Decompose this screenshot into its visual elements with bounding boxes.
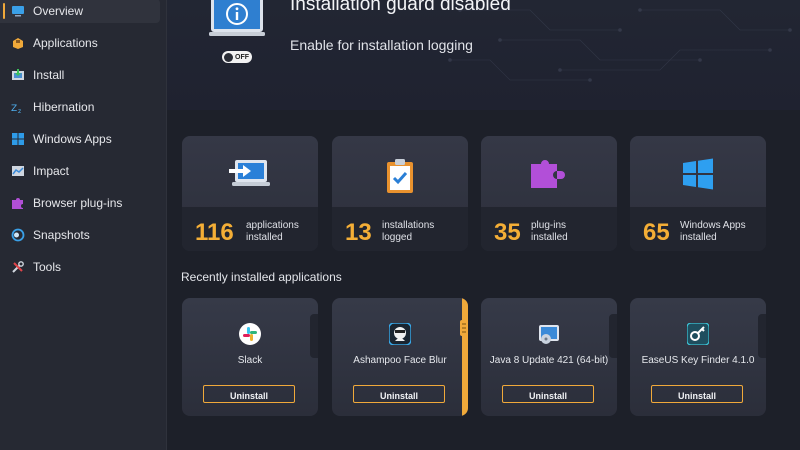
app-name: Ashampoo Face Blur xyxy=(353,355,447,366)
stat-value: 116 xyxy=(195,219,234,246)
app-name: Slack xyxy=(237,355,263,366)
sidebar-item-install[interactable]: Install xyxy=(0,63,160,87)
key-finder-icon xyxy=(687,323,709,345)
svg-text:z: z xyxy=(18,108,21,114)
card-tab xyxy=(609,314,617,358)
installation-guard-toggle[interactable]: OFF xyxy=(222,51,252,63)
uninstall-button[interactable]: Uninstall xyxy=(651,385,743,403)
stat-card-windows-apps[interactable]: 65 Windows Apps installed xyxy=(630,136,766,251)
card-tab xyxy=(310,314,318,358)
sidebar-item-tools[interactable]: Tools xyxy=(0,255,160,279)
uninstall-button[interactable]: Uninstall xyxy=(502,385,594,403)
drag-handle-icon[interactable] xyxy=(460,320,468,336)
page-title: Installation guard disabled xyxy=(290,0,511,15)
snapshot-icon xyxy=(11,228,25,242)
stat-value: 13 xyxy=(345,219,372,246)
box-icon xyxy=(13,38,23,49)
sleep-icon: Z z xyxy=(11,104,21,114)
monitor-icon xyxy=(12,6,24,17)
sidebar-item-label: Hibernation xyxy=(33,100,95,114)
sidebar-item-label: Windows Apps xyxy=(33,132,112,146)
puzzle-icon xyxy=(12,198,23,209)
sidebar-item-label: Impact xyxy=(33,164,70,178)
stat-label: plug-ins installed xyxy=(531,220,601,244)
java-installer-icon xyxy=(539,325,559,344)
sidebar-item-label: Applications xyxy=(33,36,98,50)
section-title-recent: Recently installed applications xyxy=(181,270,342,284)
windows-logo-icon xyxy=(683,158,713,190)
toggle-knob xyxy=(224,52,233,62)
tools-icon xyxy=(12,261,24,273)
uninstall-button[interactable]: Uninstall xyxy=(203,385,295,403)
stat-label-line: Windows Apps xyxy=(680,220,746,231)
sidebar-item-hibernation[interactable]: Z z Hibernation xyxy=(0,95,160,119)
sidebar-item-label: Tools xyxy=(33,260,62,274)
app-card-slack[interactable]: Slack Uninstall xyxy=(182,298,318,416)
uninstall-button[interactable]: Uninstall xyxy=(353,385,445,403)
stat-label-line: installed xyxy=(680,232,717,243)
laptop-info-icon xyxy=(209,0,265,36)
chart-icon xyxy=(12,166,24,176)
sidebar-item-label: Install xyxy=(33,68,65,82)
stat-label-line: installed xyxy=(531,232,568,243)
stat-value: 35 xyxy=(494,219,521,246)
puzzle-icon xyxy=(531,160,565,188)
stat-label-line: applications xyxy=(246,220,299,231)
app-card-java[interactable]: Java 8 Update 421 (64-bit) Uninstall xyxy=(481,298,617,416)
stat-card-installations[interactable]: 13 installations logged xyxy=(332,136,468,251)
slack-icon xyxy=(239,323,261,345)
sidebar-item-browser-plugins[interactable]: Browser plug-ins xyxy=(0,191,160,215)
app-name: EaseUS Key Finder 4.1.0 xyxy=(641,355,755,366)
stat-value: 65 xyxy=(643,219,670,246)
sidebar-item-windows-apps[interactable]: Windows Apps xyxy=(0,127,160,151)
clipboard-check-icon xyxy=(387,159,413,193)
windows-icon xyxy=(12,133,24,145)
active-indicator xyxy=(3,3,5,19)
sidebar-item-impact[interactable]: Impact xyxy=(0,159,160,183)
app-name: Java 8 Update 421 (64-bit) xyxy=(489,355,609,366)
install-icon xyxy=(12,69,24,80)
sidebar-item-snapshots[interactable]: Snapshots xyxy=(0,223,160,247)
app-card-face-blur[interactable]: Ashampoo Face Blur Uninstall xyxy=(332,298,468,416)
stat-label: installations logged xyxy=(382,220,452,244)
stat-label-line: plug-ins xyxy=(531,220,567,231)
stat-label: Windows Apps installed xyxy=(680,220,750,244)
card-tab xyxy=(758,314,766,358)
stat-label-line: installed xyxy=(246,232,283,243)
page-subtitle: Enable for installation logging xyxy=(290,37,473,53)
laptop-arrow-icon xyxy=(229,160,270,186)
installation-guard-banner: OFF Installation guard disabled Enable f… xyxy=(167,0,800,110)
face-blur-icon xyxy=(389,323,411,345)
sidebar-item-overview[interactable]: Overview xyxy=(0,0,160,23)
stat-label: applications installed xyxy=(246,220,316,244)
stat-label-line: installations xyxy=(382,220,435,231)
svg-text:Z: Z xyxy=(11,104,17,114)
stat-label-line: logged xyxy=(382,232,413,243)
sidebar-item-label: Browser plug-ins xyxy=(33,196,123,210)
stat-card-plugins[interactable]: 35 plug-ins installed xyxy=(481,136,617,251)
app-card-easeus[interactable]: EaseUS Key Finder 4.1.0 Uninstall xyxy=(630,298,766,416)
sidebar: Overview Applications Install Z z Hibern… xyxy=(0,0,167,450)
toggle-state-label: OFF xyxy=(235,53,249,61)
sidebar-item-label: Overview xyxy=(33,4,84,18)
sidebar-item-label: Snapshots xyxy=(33,228,90,242)
sidebar-item-applications[interactable]: Applications xyxy=(0,31,160,55)
stat-card-applications[interactable]: 116 applications installed xyxy=(182,136,318,251)
